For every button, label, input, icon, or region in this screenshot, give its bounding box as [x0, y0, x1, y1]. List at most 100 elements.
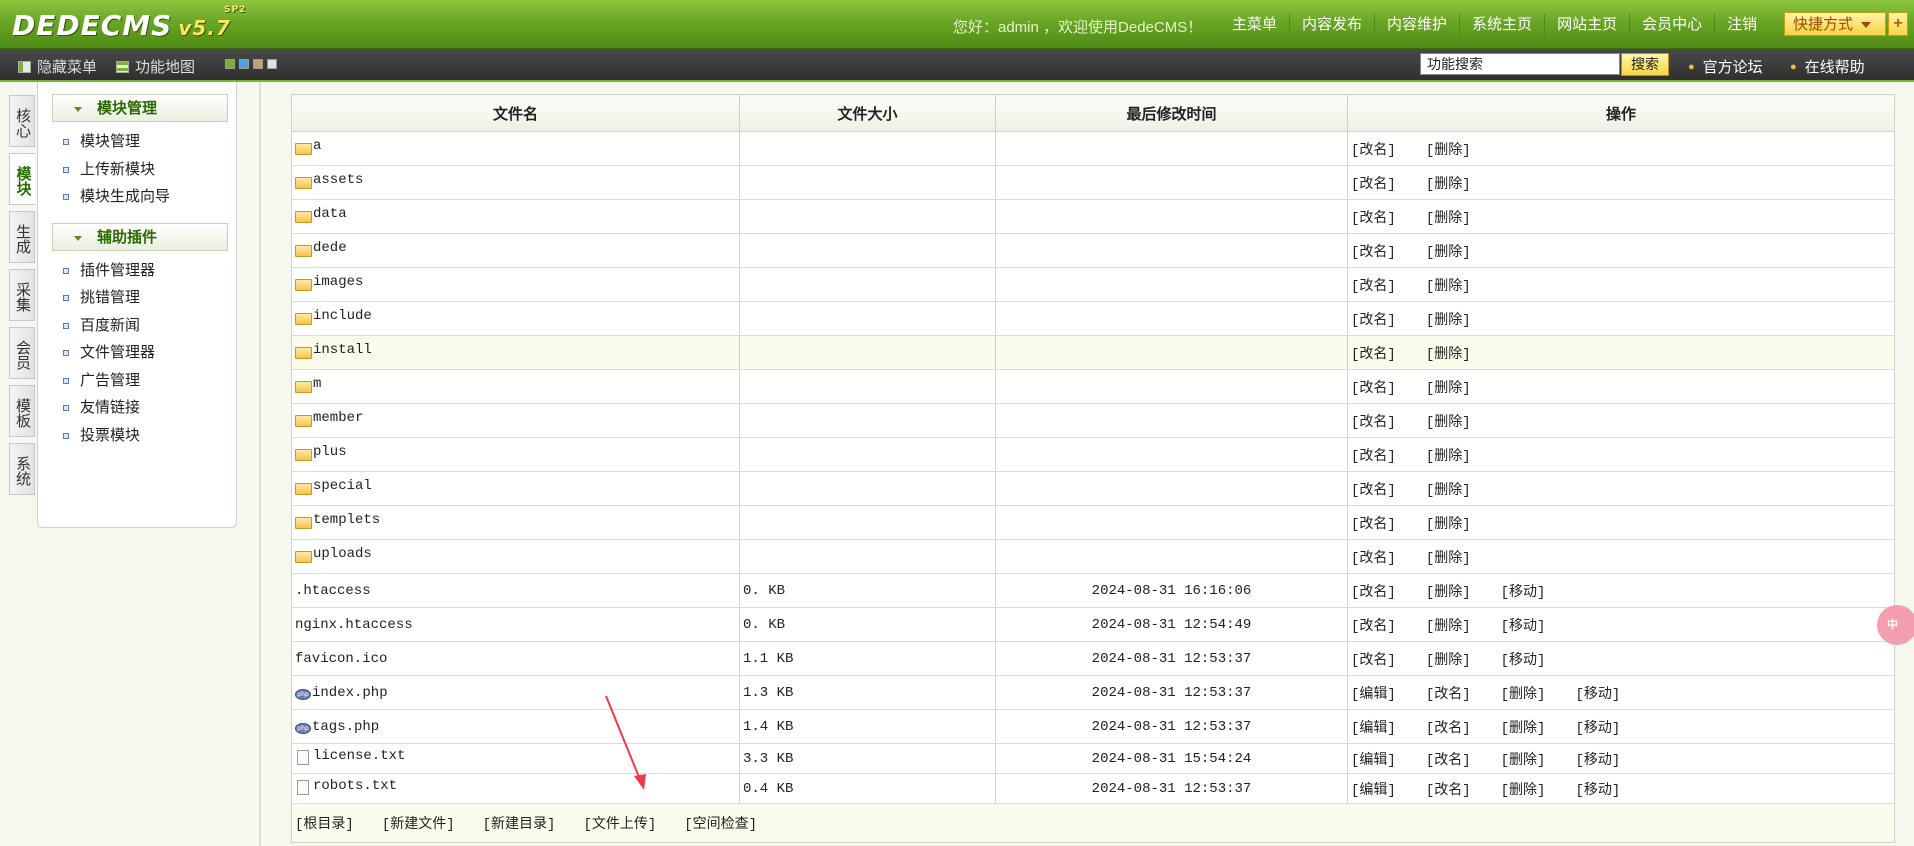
- function-search-input[interactable]: [1420, 53, 1620, 75]
- file-link[interactable]: robots.txt: [295, 778, 397, 795]
- file-action-link[interactable]: [改名]: [1351, 245, 1396, 261]
- top-nav-item[interactable]: 内容维护: [1375, 14, 1461, 36]
- search-button[interactable]: 搜索: [1621, 53, 1669, 76]
- footer-action-link[interactable]: [空间检查]: [684, 817, 757, 833]
- footer-action-link[interactable]: [新建文件]: [382, 817, 455, 833]
- menu-item[interactable]: 上传新模块: [38, 156, 236, 184]
- file-link[interactable]: favicon.ico: [295, 651, 387, 667]
- category-tab[interactable]: 系统: [9, 443, 35, 495]
- file-action-link[interactable]: [删除]: [1426, 483, 1471, 499]
- file-link[interactable]: include: [295, 308, 372, 325]
- file-action-link[interactable]: [删除]: [1426, 551, 1471, 567]
- file-link[interactable]: nginx.htaccess: [295, 617, 413, 633]
- file-action-link[interactable]: [改名]: [1426, 687, 1471, 703]
- file-link[interactable]: special: [295, 478, 372, 495]
- file-action-link[interactable]: [改名]: [1351, 653, 1396, 669]
- skin-swatch[interactable]: [239, 59, 249, 69]
- file-action-link[interactable]: [删除]: [1426, 415, 1471, 431]
- menu-item[interactable]: 插件管理器: [38, 257, 236, 285]
- file-action-link[interactable]: [删除]: [1426, 211, 1471, 227]
- menu-item[interactable]: 百度新闻: [38, 312, 236, 340]
- file-action-link[interactable]: [删除]: [1426, 449, 1471, 465]
- file-link[interactable]: php index.php: [295, 685, 388, 701]
- menu-group-title[interactable]: 模块管理: [52, 94, 228, 122]
- menu-item[interactable]: 广告管理: [38, 367, 236, 395]
- file-link[interactable]: license.txt: [295, 748, 405, 765]
- file-action-link[interactable]: [移动]: [1501, 619, 1546, 635]
- file-action-link[interactable]: [移动]: [1575, 753, 1620, 769]
- menu-item[interactable]: 模块生成向导: [38, 183, 236, 211]
- file-action-link[interactable]: [改名]: [1351, 483, 1396, 499]
- file-action-link[interactable]: [删除]: [1426, 585, 1471, 601]
- file-link[interactable]: data: [295, 206, 347, 223]
- file-action-link[interactable]: [移动]: [1575, 721, 1620, 737]
- top-nav-item[interactable]: 注销: [1715, 14, 1769, 36]
- file-link[interactable]: images: [295, 274, 363, 291]
- file-action-link[interactable]: [改名]: [1351, 517, 1396, 533]
- file-action-link[interactable]: [改名]: [1426, 721, 1471, 737]
- file-action-link[interactable]: [移动]: [1575, 687, 1620, 703]
- file-action-link[interactable]: [删除]: [1426, 279, 1471, 295]
- official-forum-link[interactable]: ● 官方论坛: [1688, 56, 1763, 77]
- top-nav-item[interactable]: 系统主页: [1460, 14, 1546, 36]
- file-action-link[interactable]: [改名]: [1351, 381, 1396, 397]
- skin-swatch[interactable]: [253, 59, 263, 69]
- file-action-link[interactable]: [改名]: [1351, 415, 1396, 431]
- file-action-link[interactable]: [改名]: [1426, 753, 1471, 769]
- category-tab[interactable]: 生成: [9, 211, 35, 263]
- file-action-link[interactable]: [编辑]: [1351, 687, 1396, 703]
- file-action-link[interactable]: [改名]: [1351, 177, 1396, 193]
- file-link[interactable]: templets: [295, 512, 380, 529]
- file-link[interactable]: member: [295, 410, 363, 427]
- file-action-link[interactable]: [改名]: [1351, 279, 1396, 295]
- file-action-link[interactable]: [删除]: [1426, 517, 1471, 533]
- file-link[interactable]: plus: [295, 444, 347, 461]
- function-map-link[interactable]: 功能地图: [116, 56, 195, 77]
- file-link[interactable]: install: [295, 342, 372, 359]
- category-tab[interactable]: 模板: [9, 385, 35, 437]
- quick-add-button[interactable]: +: [1888, 12, 1908, 36]
- file-action-link[interactable]: [编辑]: [1351, 783, 1396, 799]
- file-action-link[interactable]: [改名]: [1351, 551, 1396, 567]
- file-link[interactable]: .htaccess: [295, 583, 371, 599]
- file-action-link[interactable]: [删除]: [1501, 721, 1546, 737]
- file-link[interactable]: uploads: [295, 546, 372, 563]
- file-link[interactable]: php tags.php: [295, 719, 379, 735]
- file-action-link[interactable]: [改名]: [1351, 347, 1396, 363]
- file-action-link[interactable]: [删除]: [1426, 245, 1471, 261]
- file-action-link[interactable]: [删除]: [1501, 783, 1546, 799]
- file-action-link[interactable]: [改名]: [1351, 585, 1396, 601]
- file-action-link[interactable]: [改名]: [1351, 619, 1396, 635]
- file-action-link[interactable]: [移动]: [1575, 783, 1620, 799]
- top-nav-item[interactable]: 内容发布: [1290, 14, 1376, 36]
- file-action-link[interactable]: [删除]: [1426, 619, 1471, 635]
- online-help-link[interactable]: ● 在线帮助: [1790, 56, 1865, 77]
- file-action-link[interactable]: [改名]: [1351, 313, 1396, 329]
- file-action-link[interactable]: [移动]: [1501, 585, 1546, 601]
- file-action-link[interactable]: [删除]: [1426, 347, 1471, 363]
- file-action-link[interactable]: [改名]: [1351, 449, 1396, 465]
- file-action-link[interactable]: [删除]: [1426, 313, 1471, 329]
- file-link[interactable]: a: [295, 138, 321, 155]
- category-tab[interactable]: 模块: [9, 153, 35, 205]
- file-action-link[interactable]: [编辑]: [1351, 753, 1396, 769]
- menu-item[interactable]: 挑错管理: [38, 284, 236, 312]
- file-link[interactable]: assets: [295, 172, 363, 189]
- file-link[interactable]: m: [295, 376, 321, 393]
- file-action-link[interactable]: [移动]: [1501, 653, 1546, 669]
- translate-float-badge[interactable]: 中: [1877, 605, 1914, 645]
- file-action-link[interactable]: [删除]: [1426, 381, 1471, 397]
- file-action-link[interactable]: [删除]: [1426, 653, 1471, 669]
- hide-menu-link[interactable]: 隐藏菜单: [18, 56, 97, 77]
- category-tab[interactable]: 会员: [9, 327, 35, 379]
- menu-item[interactable]: 友情链接: [38, 394, 236, 422]
- category-tab[interactable]: 核心: [9, 95, 35, 147]
- category-tab[interactable]: 采集: [9, 269, 35, 321]
- menu-item[interactable]: 模块管理: [38, 128, 236, 156]
- quick-access-dropdown[interactable]: 快捷方式: [1784, 12, 1886, 36]
- file-action-link[interactable]: [删除]: [1426, 143, 1471, 159]
- file-action-link[interactable]: [改名]: [1351, 143, 1396, 159]
- file-action-link[interactable]: [删除]: [1501, 687, 1546, 703]
- menu-item[interactable]: 文件管理器: [38, 339, 236, 367]
- skin-swatch[interactable]: [267, 59, 277, 69]
